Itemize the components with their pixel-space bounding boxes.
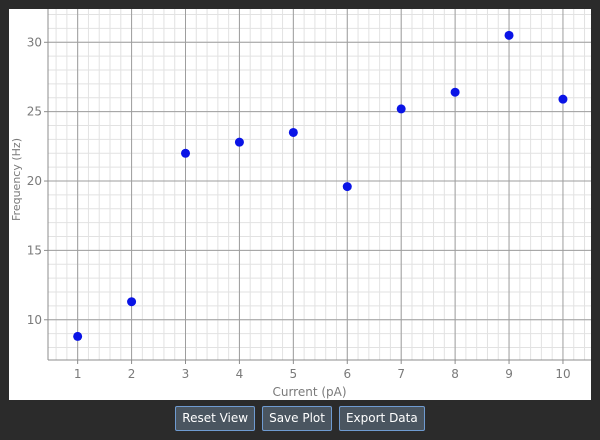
data-point <box>342 182 352 192</box>
data-point <box>127 297 137 307</box>
toolbar: Reset View Save Plot Export Data <box>0 406 600 432</box>
plot-area[interactable]: 1 2 3 4 5 6 7 8 9 10 10 15 20 25 30 Current (pA) Frequen… <box>9 9 591 400</box>
x-tick-label: 3 <box>182 367 190 381</box>
x-tick-label: 8 <box>451 367 459 381</box>
x-tick-label: 2 <box>128 367 136 381</box>
export-data-button[interactable]: Export Data <box>338 406 425 431</box>
y-tick-label: 10 <box>27 313 42 327</box>
x-tick-label: 6 <box>343 367 351 381</box>
y-tick-label: 30 <box>27 35 42 49</box>
data-point <box>450 87 460 97</box>
x-tick-label: 9 <box>505 367 513 381</box>
x-tick-label: 10 <box>555 367 570 381</box>
y-tick-label: 20 <box>27 174 42 188</box>
x-tick-label: 1 <box>74 367 82 381</box>
data-point <box>558 94 568 104</box>
data-point <box>288 127 298 137</box>
reset-view-button[interactable]: Reset View <box>175 406 256 431</box>
data-point <box>73 331 83 341</box>
y-tick-label: 25 <box>27 105 42 119</box>
x-tick-label: 7 <box>397 367 405 381</box>
x-tick-label: 5 <box>290 367 298 381</box>
x-axis-label: Current (pA) <box>272 385 346 399</box>
data-point <box>181 148 191 158</box>
data-point <box>234 137 244 147</box>
plot-window: 1 2 3 4 5 6 7 8 9 10 10 15 20 25 30 Current (pA) Frequen… <box>0 0 600 440</box>
y-tick-label: 15 <box>27 243 42 257</box>
x-tick-label: 4 <box>236 367 244 381</box>
data-point <box>504 30 514 40</box>
y-axis-label: Frequency (Hz) <box>10 138 23 221</box>
scatter-chart[interactable]: 1 2 3 4 5 6 7 8 9 10 10 15 20 25 30 Current (pA) Frequen… <box>9 9 591 400</box>
data-point <box>396 104 406 114</box>
save-plot-button[interactable]: Save Plot <box>262 406 332 431</box>
